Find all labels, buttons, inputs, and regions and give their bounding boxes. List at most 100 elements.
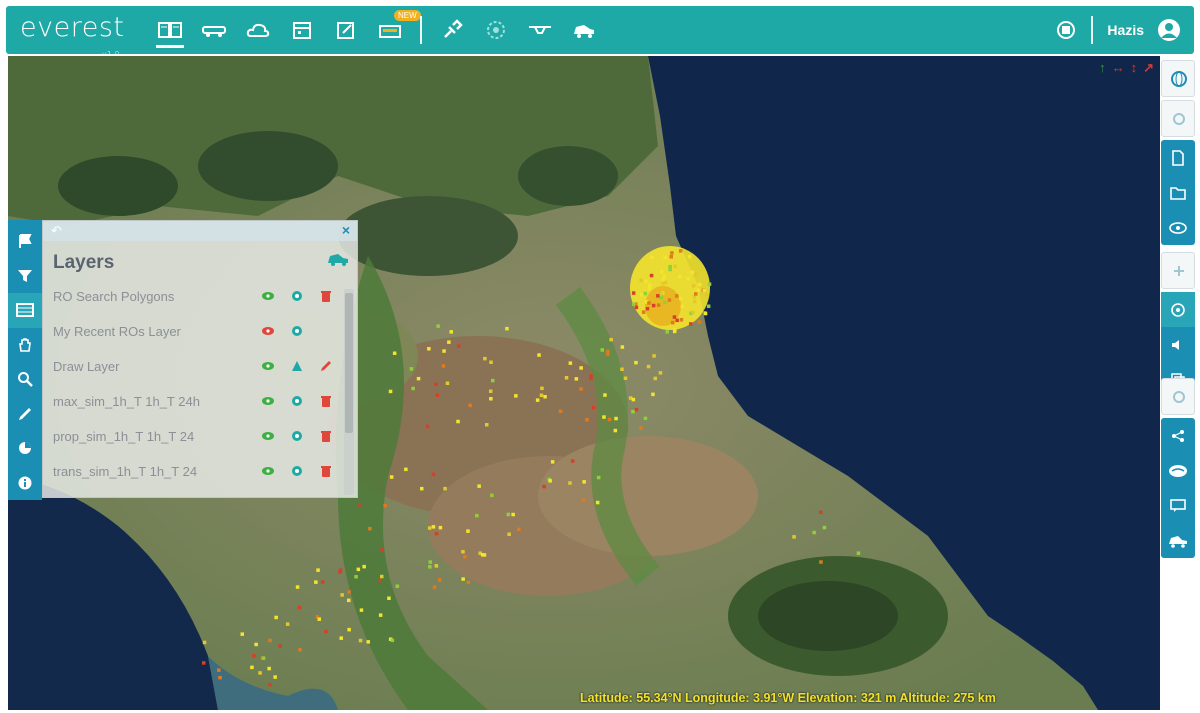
draw-icon[interactable] bbox=[290, 359, 304, 373]
info-button[interactable] bbox=[8, 466, 42, 501]
eye-icon[interactable] bbox=[261, 429, 275, 443]
hotspot-marker bbox=[434, 531, 439, 536]
search-button[interactable] bbox=[8, 362, 42, 397]
hotspot-marker bbox=[411, 386, 415, 391]
nav-cloud[interactable] bbox=[236, 6, 280, 54]
left-toolbar bbox=[8, 220, 42, 500]
nav-calendar[interactable] bbox=[280, 6, 324, 54]
nav-target[interactable] bbox=[474, 6, 518, 54]
layer-list: RO Search Polygons My Recent ROs Layer Dra… bbox=[43, 279, 343, 489]
hotspot-marker bbox=[649, 273, 654, 278]
user-name[interactable]: Hazis bbox=[1107, 22, 1144, 38]
north-arrow-tool[interactable]: ↑ bbox=[1099, 60, 1106, 76]
layer-name: prop_sim_1h_T 1h_T 24 bbox=[53, 429, 195, 444]
share-icon bbox=[1172, 429, 1184, 442]
hotspot-marker bbox=[679, 318, 684, 322]
delete-icon[interactable] bbox=[319, 429, 333, 443]
eye-icon[interactable] bbox=[261, 394, 275, 408]
hotspot-marker bbox=[428, 565, 432, 569]
eye-icon[interactable] bbox=[261, 359, 275, 373]
filter-button[interactable] bbox=[8, 259, 42, 294]
hotspot-marker bbox=[316, 568, 320, 572]
target-button[interactable] bbox=[1161, 292, 1195, 327]
nav-monitor[interactable]: NEW bbox=[368, 6, 421, 54]
share-button[interactable] bbox=[1161, 418, 1195, 453]
weather-button[interactable] bbox=[1161, 453, 1195, 488]
hotspot-marker bbox=[634, 407, 639, 412]
eye-icon[interactable] bbox=[261, 289, 275, 303]
user-menu-button[interactable] bbox=[1154, 6, 1184, 54]
layers-scrollbar-thumb[interactable] bbox=[345, 293, 353, 433]
layer-row[interactable]: trans_sim_1h_T 1h_T 24 bbox=[43, 454, 343, 489]
delete-icon[interactable] bbox=[319, 394, 333, 408]
circle-button[interactable] bbox=[1162, 379, 1196, 414]
satellite-icon bbox=[444, 19, 463, 38]
hotspot-marker bbox=[416, 376, 421, 381]
sound-button[interactable] bbox=[1161, 327, 1195, 362]
zoom-icon[interactable] bbox=[290, 324, 304, 338]
layer-row[interactable]: RO Search Polygons bbox=[43, 279, 343, 314]
hotspot-marker bbox=[614, 416, 618, 421]
diagonal-measure-tool[interactable]: ↗ bbox=[1143, 60, 1154, 76]
view-button[interactable] bbox=[1161, 210, 1195, 245]
edit-icon[interactable] bbox=[319, 359, 333, 373]
hotspot-marker bbox=[435, 393, 440, 397]
drone-icon bbox=[529, 26, 551, 34]
statistics-button[interactable] bbox=[8, 431, 42, 466]
layer-row[interactable]: My Recent ROs Layer bbox=[43, 314, 343, 349]
delete-icon[interactable] bbox=[319, 289, 333, 303]
flag-button[interactable] bbox=[8, 224, 42, 259]
layers-button[interactable] bbox=[8, 293, 42, 328]
zoom-icon[interactable] bbox=[290, 429, 304, 443]
hotspot-marker bbox=[445, 381, 450, 385]
delete-icon[interactable] bbox=[319, 464, 333, 478]
settings-button[interactable] bbox=[1162, 101, 1196, 136]
zoom-icon[interactable] bbox=[290, 394, 304, 408]
new-badge: NEW bbox=[394, 10, 421, 21]
everest-logo[interactable]: everest v1.0 bbox=[20, 8, 148, 59]
nav-rover[interactable] bbox=[562, 6, 606, 54]
hotspot-marker bbox=[347, 598, 351, 603]
hotspot-marker bbox=[268, 682, 272, 687]
back-icon[interactable]: ↶ bbox=[51, 223, 62, 239]
hotspot-marker bbox=[819, 560, 823, 564]
chat-button[interactable] bbox=[1161, 488, 1195, 523]
layers-scrollbar[interactable] bbox=[344, 289, 354, 495]
vertical-measure-tool[interactable]: ↕ bbox=[1131, 60, 1138, 76]
hotspot-marker bbox=[602, 415, 606, 419]
folder-button[interactable] bbox=[1161, 175, 1195, 210]
nav-edit[interactable] bbox=[324, 6, 368, 54]
nav-drone[interactable] bbox=[518, 6, 562, 54]
globe-settings-button[interactable] bbox=[1049, 6, 1083, 54]
rover-button[interactable] bbox=[1161, 523, 1195, 558]
close-icon[interactable]: × bbox=[342, 222, 350, 238]
add-layer-button[interactable] bbox=[327, 251, 349, 272]
layer-row[interactable]: max_sim_1h_T 1h_T 24h bbox=[43, 384, 343, 419]
hidden-icon[interactable] bbox=[261, 324, 275, 338]
hotspot-marker bbox=[672, 329, 677, 334]
hotspot-marker bbox=[603, 393, 607, 397]
nav-map-book[interactable] bbox=[148, 6, 192, 54]
hotspot-marker bbox=[568, 361, 573, 365]
nav-vehicle[interactable] bbox=[192, 6, 236, 54]
horizontal-measure-tool[interactable]: ↔ bbox=[1112, 60, 1125, 76]
hotspot-marker bbox=[441, 364, 446, 368]
main-nav: NEW bbox=[148, 6, 606, 54]
pan-button[interactable] bbox=[8, 328, 42, 363]
hotspot-marker bbox=[540, 386, 544, 391]
hotspot-marker bbox=[639, 426, 643, 430]
eye-icon[interactable] bbox=[261, 464, 275, 478]
layer-row[interactable]: prop_sim_1h_T 1h_T 24 bbox=[43, 419, 343, 454]
layer-row[interactable]: Draw Layer bbox=[43, 349, 343, 384]
hotspot-marker bbox=[514, 394, 518, 398]
document-button[interactable] bbox=[1161, 140, 1195, 175]
zoom-icon[interactable] bbox=[290, 289, 304, 303]
zoom-icon[interactable] bbox=[290, 464, 304, 478]
hotspot-marker bbox=[643, 291, 647, 296]
nav-satellite[interactable] bbox=[430, 6, 474, 54]
globe-button[interactable] bbox=[1162, 61, 1196, 96]
draw-button[interactable] bbox=[8, 397, 42, 432]
hotspot-marker bbox=[609, 337, 613, 342]
add-button[interactable] bbox=[1162, 253, 1196, 288]
hotspot-marker bbox=[483, 356, 487, 361]
